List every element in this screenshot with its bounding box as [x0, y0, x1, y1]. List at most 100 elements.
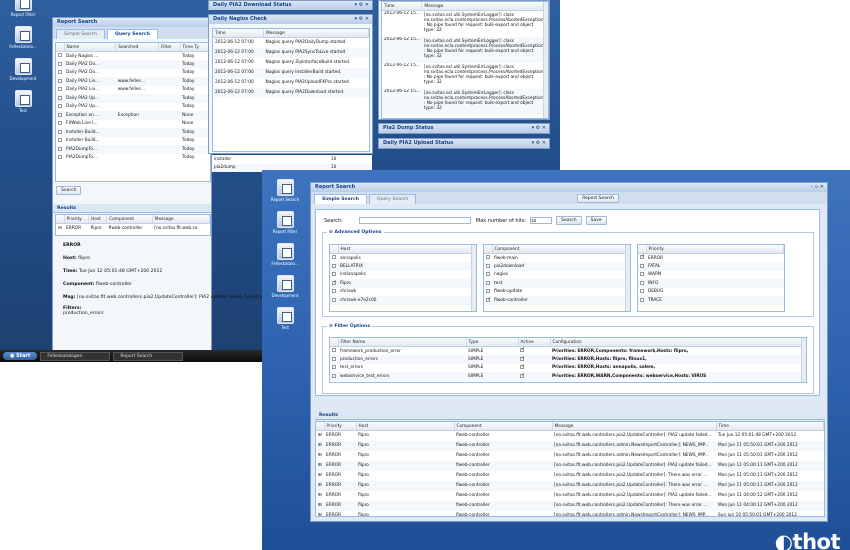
table-row[interactable]: Daily Nagios ... Today: [56, 52, 210, 61]
dock-item-test[interactable]: Test: [276, 307, 294, 330]
row-checkbox[interactable]: [484, 279, 492, 288]
window-controls[interactable]: ▾ ⚙ ✕: [355, 15, 369, 24]
row-checkbox[interactable]: [484, 271, 492, 280]
tab-simple-search[interactable]: Simple Search: [314, 194, 368, 204]
table-row[interactable]: PIA2DumpTo... Today: [56, 154, 210, 163]
save-button[interactable]: Save: [585, 216, 607, 225]
table-row[interactable]: ⊞ ERROR flipro flweb-controller [no.svitas.f…: [316, 471, 824, 481]
row-checkbox[interactable]: [330, 355, 338, 364]
row-checkbox[interactable]: [484, 262, 492, 271]
tab-query-search[interactable]: Query Search: [106, 29, 158, 39]
active-checkbox[interactable]: [520, 355, 525, 361]
checkbox[interactable]: [332, 289, 336, 293]
table-row[interactable]: pia2download: [484, 262, 630, 271]
table-row[interactable]: installer 10: [212, 155, 372, 164]
row-checkbox[interactable]: [56, 69, 64, 78]
checkbox[interactable]: [332, 263, 336, 268]
checkbox[interactable]: [640, 272, 644, 276]
checkbox[interactable]: [58, 95, 62, 100]
active-checkbox[interactable]: [520, 364, 525, 369]
checkbox[interactable]: [58, 87, 62, 91]
expand-icon[interactable]: ⊞: [316, 511, 324, 516]
report-search-button[interactable]: Report Search: [577, 194, 619, 203]
checkbox[interactable]: [332, 356, 336, 361]
table-row[interactable]: TRACE: [638, 296, 784, 305]
checkbox[interactable]: [332, 348, 336, 353]
checkbox[interactable]: [486, 255, 490, 260]
table-row[interactable]: Exception on ... Exception None: [56, 111, 210, 120]
checkbox[interactable]: [486, 263, 490, 268]
row-checkbox[interactable]: [56, 128, 64, 137]
row-checkbox[interactable]: [484, 254, 492, 263]
row-checkbox[interactable]: [56, 86, 64, 95]
search-button[interactable]: Search: [56, 186, 82, 195]
row-checkbox[interactable]: [56, 145, 64, 154]
table-row[interactable]: 2012-06-12 07:00 Nagios query PIA2UploadF…: [213, 78, 369, 88]
checkbox[interactable]: [58, 112, 62, 117]
window-controls[interactable]: ▾ ⚙ ✕: [355, 1, 369, 10]
row-checkbox[interactable]: [56, 60, 64, 69]
dock-item-felleskatalo[interactable]: Felleskatalo...: [9, 26, 37, 49]
scrollbar[interactable]: [625, 245, 630, 311]
row-checkbox[interactable]: [330, 254, 338, 263]
table-row[interactable]: Installer Build... Today: [56, 128, 210, 137]
checkbox[interactable]: [640, 263, 644, 268]
scrollbar[interactable]: [543, 2, 548, 118]
checkbox[interactable]: [58, 70, 62, 74]
max-hits-input[interactable]: [530, 217, 553, 224]
table-row[interactable]: 2012-06-12 07:00 Nagios query PIA2Downloa…: [213, 87, 369, 98]
table-row[interactable]: nagios: [484, 271, 630, 280]
table-row[interactable]: Daily PIA2 Up... Today: [56, 94, 210, 103]
table-row[interactable]: DEBUG: [638, 288, 784, 297]
table-row[interactable]: Installer Build... Today: [56, 137, 210, 146]
row-checkbox[interactable]: [56, 137, 64, 146]
row-checkbox[interactable]: [638, 296, 646, 305]
table-row[interactable]: 2012-06-12 15... [no.svitas.ecl.util.Syst…: [382, 11, 548, 37]
active-checkbox[interactable]: [520, 347, 525, 353]
table-row[interactable]: 2012-06-12 07:00 Nagios query ZipInterfac…: [213, 58, 369, 68]
row-checkbox[interactable]: [330, 372, 338, 381]
table-row[interactable]: WARN: [638, 271, 784, 280]
scrollbar[interactable]: [801, 338, 806, 382]
table-row[interactable]: 2012-06-12 15... [no.svitas.ecl.util.Syst…: [382, 63, 548, 89]
row-checkbox[interactable]: [330, 364, 338, 373]
checkbox[interactable]: [486, 296, 491, 302]
row-checkbox[interactable]: [638, 271, 646, 280]
dock-item-test[interactable]: Test: [14, 90, 32, 113]
tab-query-search[interactable]: Query Search: [369, 194, 417, 204]
table-row[interactable]: flipro: [330, 279, 476, 288]
expand-icon[interactable]: ⊞: [316, 471, 324, 481]
table-row[interactable]: Daily PIA2 Liv... www.felles... Today: [56, 86, 210, 95]
row-checkbox[interactable]: [484, 296, 492, 305]
checkbox[interactable]: [58, 138, 62, 142]
table-row[interactable]: flweb-main: [484, 254, 630, 263]
window-controls[interactable]: ▾ ⚙ ✕: [532, 139, 546, 148]
checkbox[interactable]: [640, 280, 644, 285]
table-row[interactable]: chriswk: [330, 288, 476, 297]
collapse-icon[interactable]: ⊟: [56, 224, 64, 233]
table-row[interactable]: Daily PIA2 Do... Today: [56, 60, 210, 69]
table-row[interactable]: Daily PIA2 Liv... www.felles... Today: [56, 77, 210, 86]
table-row[interactable]: production_errorsSIMPLE Priorities: ERROR…: [330, 355, 806, 364]
dock-item-felleskatalo[interactable]: Felleskatalo...: [271, 243, 299, 266]
table-row[interactable]: ⊟ ERROR flipro flweb-controller [no.svitas.f…: [56, 224, 210, 233]
advanced-options-label[interactable]: ⊖ Advanced Options: [327, 230, 384, 235]
table-row[interactable]: flweb-controller: [484, 296, 630, 305]
table-row[interactable]: ⊞ ERROR flipro flweb-controller [no.svitas.f…: [316, 480, 824, 491]
row-checkbox[interactable]: [56, 111, 64, 120]
row-checkbox[interactable]: [330, 262, 338, 271]
window-controls[interactable]: ▾ ⚙ ✕: [532, 124, 546, 133]
row-checkbox[interactable]: [638, 254, 646, 263]
expand-icon[interactable]: ⊞: [316, 431, 324, 441]
checkbox[interactable]: [332, 255, 336, 260]
dock-item-report-search[interactable]: Report Search: [271, 179, 299, 202]
checkbox[interactable]: [58, 104, 62, 108]
table-row[interactable]: 2012-06-12 15... [no.svitas.ecl.util.Syst…: [382, 36, 548, 63]
table-row[interactable]: ⊞ ERROR flipro flweb-controller [no.svitas.f…: [316, 500, 824, 511]
checkbox[interactable]: [640, 297, 644, 302]
filter-options-label[interactable]: ⊖ Filter Options: [327, 324, 373, 329]
active-checkbox[interactable]: [520, 372, 525, 378]
checkbox[interactable]: [332, 365, 336, 369]
row-checkbox[interactable]: [56, 103, 64, 112]
taskbar-item-report-search[interactable]: Report Search: [113, 351, 184, 361]
